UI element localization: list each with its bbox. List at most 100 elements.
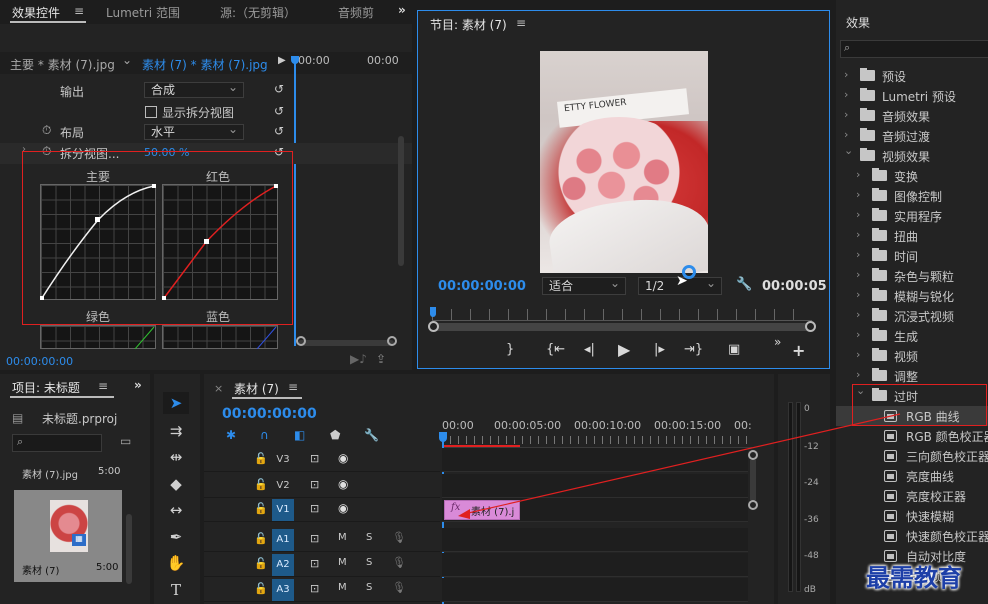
chevron-right-icon[interactable]: ›: [856, 348, 860, 361]
tab-audio-mixer[interactable]: 音频剪: [338, 4, 374, 21]
type-tool-icon[interactable]: T: [163, 579, 189, 601]
microphone-icon[interactable]: 🎙: [392, 581, 406, 594]
more-buttons-icon[interactable]: »: [774, 335, 781, 349]
track-target-v3[interactable]: V3: [272, 449, 294, 471]
razor-tool-icon[interactable]: ◆: [163, 473, 189, 495]
layout-stopwatch-icon[interactable]: ⏱: [42, 123, 51, 138]
sync-lock-icon[interactable]: ⊡: [310, 557, 319, 570]
project-title[interactable]: 项目: 未标题: [12, 379, 80, 396]
effects-folder[interactable]: › 视频: [836, 346, 988, 366]
timeline-timecode[interactable]: 00:00:00:00: [222, 406, 317, 422]
chevron-right-icon[interactable]: ›: [856, 248, 860, 261]
scroll-handle-right-icon[interactable]: [387, 336, 397, 346]
reset-output-icon[interactable]: ↺: [272, 82, 286, 96]
project-scrollbar[interactable]: [126, 514, 132, 584]
effects-folder[interactable]: › 图像控制: [836, 186, 988, 206]
ec-footer-timecode[interactable]: 00:00:00:00: [6, 355, 73, 368]
output-select[interactable]: 合成: [144, 80, 244, 98]
track-lane[interactable]: [442, 448, 748, 472]
effects-folder[interactable]: › 调整: [836, 366, 988, 386]
track-target-a3[interactable]: A3: [272, 579, 294, 601]
microphone-icon[interactable]: 🎙: [392, 531, 406, 544]
track-target-v1[interactable]: V1: [272, 499, 294, 521]
effects-folder[interactable]: ⌄ 视频效果: [836, 144, 988, 166]
track-lane[interactable]: [442, 578, 748, 602]
effects-folder[interactable]: › 预设: [836, 66, 988, 86]
program-zoom-bar[interactable]: [432, 323, 812, 331]
lock-icon[interactable]: 🔓: [254, 478, 268, 491]
go-to-in-icon[interactable]: {⇤: [546, 342, 565, 357]
lock-icon[interactable]: 🔓: [254, 452, 268, 465]
chevron-right-icon[interactable]: ›: [856, 168, 860, 181]
project-clip-thumbnail[interactable]: ▦ 素材 (7) 5:00: [14, 490, 122, 582]
work-area-bar[interactable]: [442, 445, 520, 447]
effects-item[interactable]: 三向颜色校正器: [836, 446, 988, 466]
show-split-checkbox[interactable]: [145, 106, 157, 118]
chevron-right-icon[interactable]: ›: [856, 188, 860, 201]
mute-button[interactable]: M: [338, 557, 347, 568]
chevron-right-icon[interactable]: ›: [856, 208, 860, 221]
sync-lock-icon[interactable]: ⊡: [310, 452, 319, 465]
play-clip-icon[interactable]: ▶: [278, 55, 286, 66]
lock-icon[interactable]: 🔓: [254, 532, 268, 545]
tab-source[interactable]: 源:（无剪辑）: [220, 4, 296, 21]
sequence-clip-label[interactable]: 素材 (7) * 素材 (7).jpg: [142, 56, 268, 73]
program-monitor-title[interactable]: 节目: 素材 (7): [430, 16, 507, 33]
solo-button[interactable]: S: [366, 557, 372, 568]
pen-tool-icon[interactable]: ✒: [163, 526, 189, 548]
play-icon[interactable]: ▶: [618, 340, 630, 359]
microphone-icon[interactable]: 🎙: [392, 556, 406, 569]
timeline-title[interactable]: 素材 (7): [234, 380, 279, 397]
effects-folder[interactable]: › 音频效果: [836, 106, 988, 126]
more-panels-left-icon[interactable]: »: [134, 378, 142, 392]
chevron-down-icon[interactable]: ⌄: [844, 144, 853, 157]
solo-button[interactable]: S: [366, 582, 372, 593]
timeline-ruler[interactable]: 00:00 00:00:05:00 00:00:10:00 00:00:15:0…: [442, 414, 752, 448]
chevron-right-icon[interactable]: ›: [844, 68, 848, 81]
layout-select[interactable]: 水平: [144, 122, 244, 140]
chevron-right-icon[interactable]: ›: [856, 308, 860, 321]
more-panels-icon[interactable]: »: [398, 3, 406, 17]
track-target-v2[interactable]: V2: [272, 475, 294, 497]
effects-item[interactable]: 亮度校正器: [836, 486, 988, 506]
track-lane[interactable]: [442, 474, 748, 498]
mute-button[interactable]: M: [338, 582, 347, 593]
new-bin-icon[interactable]: ▭: [120, 434, 131, 448]
settings-wrench-icon[interactable]: 🔧: [736, 277, 752, 292]
program-menu-icon[interactable]: ≡: [516, 16, 526, 30]
red-curve-grid[interactable]: [162, 184, 278, 300]
ec-playhead-top[interactable]: [291, 56, 299, 64]
red-curve[interactable]: [162, 184, 278, 300]
timeline-v-scroll-track[interactable]: [750, 460, 756, 500]
green-curve-grid[interactable]: [40, 325, 156, 349]
scroll-handle-left-icon[interactable]: [296, 336, 306, 346]
hand-tool-icon[interactable]: ✋: [163, 552, 189, 574]
export-frame-icon[interactable]: ▣: [728, 342, 740, 357]
step-forward-icon[interactable]: |▸: [654, 342, 665, 357]
add-button-icon[interactable]: +: [792, 341, 805, 360]
program-video-frame[interactable]: ETTY FLOWER: [540, 51, 708, 273]
chevron-right-icon[interactable]: ›: [856, 268, 860, 281]
track-target-a1[interactable]: A1: [272, 529, 294, 551]
play-audio-icon[interactable]: ▶♪: [350, 352, 367, 366]
timeline-v-scroll-mid[interactable]: [748, 500, 758, 510]
eye-icon[interactable]: ◉: [338, 451, 348, 465]
effects-item[interactable]: 快速颜色校正器: [836, 526, 988, 546]
sync-lock-icon[interactable]: ⊡: [310, 582, 319, 595]
fit-select[interactable]: 适合: [542, 275, 626, 295]
slip-tool-icon[interactable]: ↔: [163, 499, 189, 521]
effects-folder[interactable]: › 音频过渡: [836, 126, 988, 146]
chevron-right-icon[interactable]: ›: [856, 368, 860, 381]
magnet-icon[interactable]: ∩: [260, 428, 269, 442]
solo-button[interactable]: S: [366, 532, 372, 543]
step-back-icon[interactable]: ◂|: [584, 342, 595, 357]
chevron-right-icon[interactable]: ›: [856, 328, 860, 341]
effects-item[interactable]: 快速模糊: [836, 506, 988, 526]
effects-folder[interactable]: › 模糊与锐化: [836, 286, 988, 306]
sync-lock-icon[interactable]: ⊡: [310, 532, 319, 545]
program-time-ruler[interactable]: [432, 309, 812, 321]
eye-icon[interactable]: ◉: [338, 477, 348, 491]
effects-title[interactable]: 效果: [846, 14, 870, 31]
timeline-settings-icon[interactable]: 🔧: [364, 428, 379, 442]
effects-folder[interactable]: › 时间: [836, 246, 988, 266]
